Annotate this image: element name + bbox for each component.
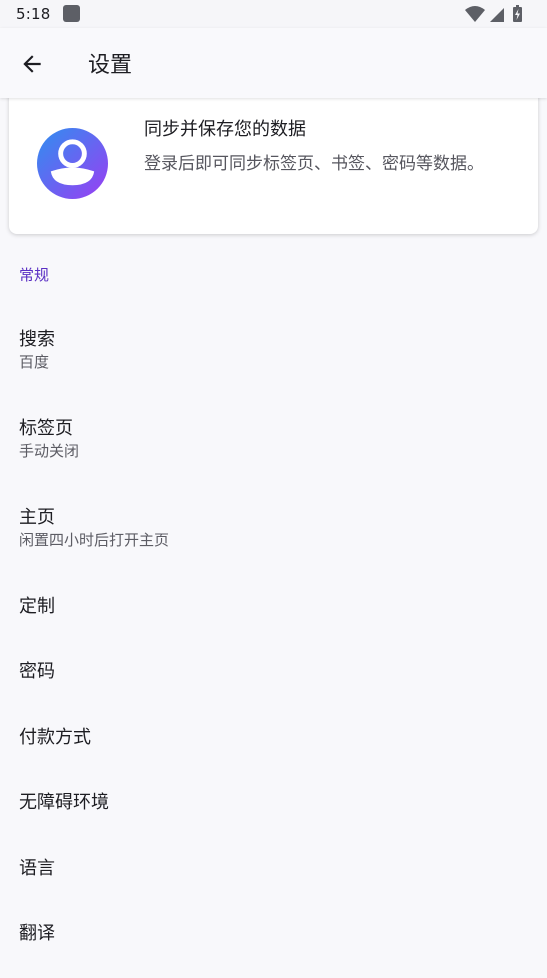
item-title: 密码 — [19, 661, 55, 682]
settings-item-homepage[interactable]: 主页 闲置四小时后打开主页 — [0, 496, 547, 562]
item-title: 定制 — [19, 596, 55, 617]
settings-item-language[interactable]: 语言 — [0, 845, 547, 889]
wifi-icon — [465, 6, 485, 22]
item-subtitle: 百度 — [19, 353, 50, 371]
item-title: 翻译 — [19, 923, 55, 944]
sync-account-card[interactable]: 同步并保存您的数据 登录后即可同步标签页、书签、密码等数据。 — [9, 90, 538, 234]
settings-item-customize[interactable]: 定制 — [0, 583, 547, 627]
item-title: 主页 — [19, 507, 55, 528]
settings-item-passwords[interactable]: 密码 — [0, 648, 547, 692]
section-header-general: 常规 — [19, 266, 50, 284]
item-title: 搜索 — [19, 329, 55, 350]
arrow-left-icon — [23, 55, 41, 73]
status-bar: 5:18 — [0, 0, 547, 28]
card-description: 登录后即可同步标签页、书签、密码等数据。 — [144, 154, 484, 174]
status-time: 5:18 — [16, 5, 51, 23]
settings-item-tabs[interactable]: 标签页 手动关闭 — [0, 407, 547, 473]
status-icons — [463, 5, 533, 23]
battery-charging-icon — [513, 5, 522, 22]
app-notification-icon — [63, 5, 80, 22]
signal-icon — [490, 8, 504, 22]
item-title: 语言 — [19, 858, 55, 879]
item-title: 无障碍环境 — [19, 792, 109, 813]
item-subtitle: 闲置四小时后打开主页 — [19, 531, 170, 549]
app-bar: 设置 — [0, 28, 547, 98]
page-title: 设置 — [88, 53, 133, 78]
settings-item-translate[interactable]: 翻译 — [0, 910, 547, 954]
settings-item-search[interactable]: 搜索 百度 — [0, 318, 547, 384]
item-title: 付款方式 — [19, 727, 91, 748]
account-avatar-icon — [37, 128, 108, 199]
card-title: 同步并保存您的数据 — [144, 119, 306, 140]
settings-item-accessibility[interactable]: 无障碍环境 — [0, 779, 547, 823]
back-button[interactable] — [12, 44, 52, 84]
item-title: 标签页 — [19, 418, 73, 439]
item-subtitle: 手动关闭 — [19, 442, 80, 460]
settings-item-payment-methods[interactable]: 付款方式 — [0, 714, 547, 758]
